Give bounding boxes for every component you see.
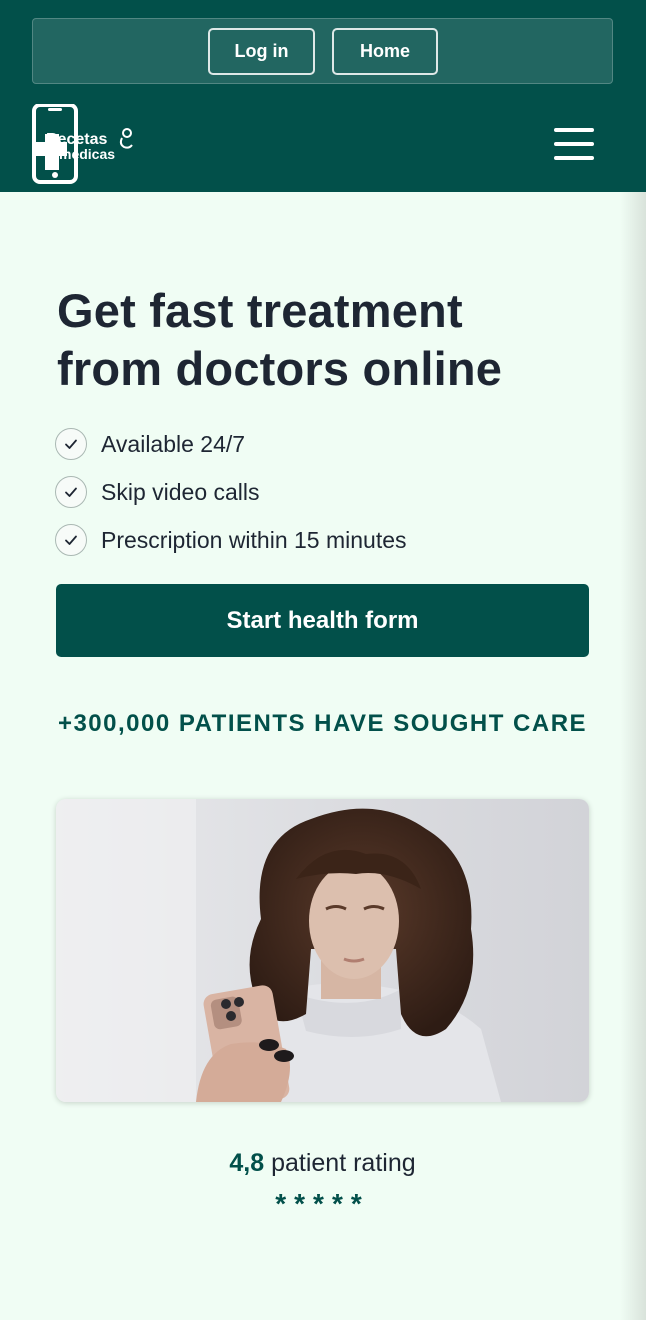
feature-item: Skip video calls	[55, 468, 407, 516]
logo[interactable]: Recetas médicas	[32, 103, 142, 184]
menu-line	[554, 128, 594, 132]
hamburger-menu-icon[interactable]	[552, 126, 596, 162]
logo-line-1: Recetas	[46, 131, 108, 148]
rating-line: 4,8 patient rating	[56, 1149, 589, 1178]
top-nav-bar: Log in Home	[32, 18, 613, 84]
hero-title: Get fast treatment from doctors online	[57, 284, 503, 395]
woman-with-phone-photo	[56, 799, 589, 1102]
feature-item: Prescription within 15 minutes	[55, 516, 407, 564]
rating-value: 4,8	[229, 1149, 265, 1177]
home-button[interactable]: Home	[332, 28, 438, 75]
patients-count-heading: +300,000 PATIENTS HAVE SOUGHT CARE	[57, 710, 588, 737]
star-rating-icon: *****	[275, 1188, 370, 1219]
start-health-form-button[interactable]: Start health form	[56, 584, 589, 657]
login-button[interactable]: Log in	[208, 28, 315, 75]
site-header: Log in Home Recetas médicas	[0, 0, 646, 192]
check-icon	[55, 428, 87, 460]
feature-label: Available 24/7	[101, 430, 246, 457]
menu-line	[554, 156, 594, 160]
feature-list: Available 24/7 Skip video calls Prescrip…	[55, 420, 407, 564]
feature-item: Available 24/7	[55, 420, 407, 468]
logo-line-2: médicas	[59, 146, 116, 162]
menu-line	[554, 142, 594, 146]
check-icon	[55, 524, 87, 556]
rating-label: patient rating	[271, 1149, 416, 1177]
scrollbar-shade	[620, 192, 646, 1320]
feature-label: Skip video calls	[101, 478, 260, 505]
check-icon	[55, 476, 87, 508]
logo-text: Recetas médicas	[46, 132, 115, 162]
feature-label: Prescription within 15 minutes	[101, 526, 407, 553]
